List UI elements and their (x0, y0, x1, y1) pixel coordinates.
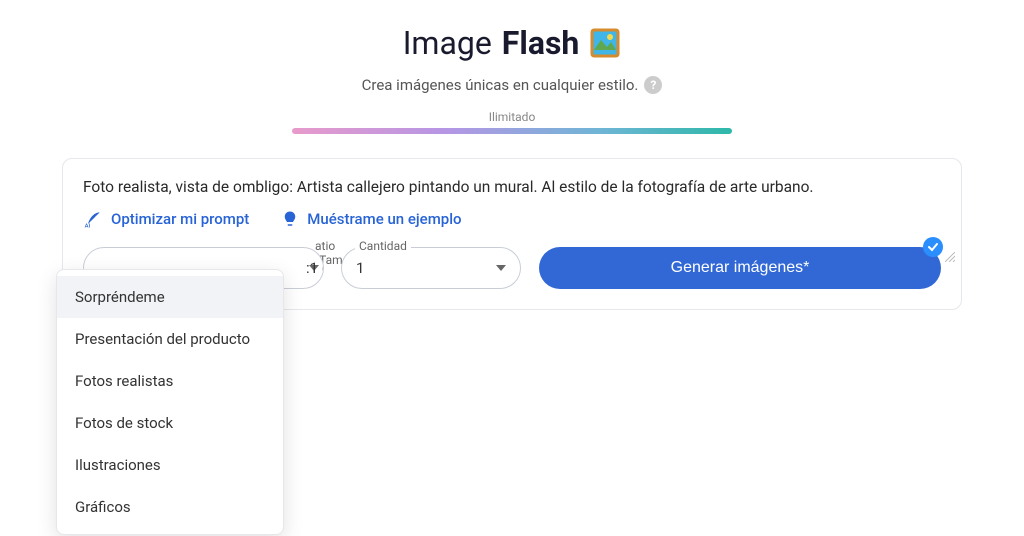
show-example-button[interactable]: Muéstrame un ejemplo (281, 210, 461, 228)
title-light: Image (403, 24, 492, 62)
title-bold: Flash (502, 24, 580, 62)
dropdown-item[interactable]: Ilustraciones (57, 444, 283, 486)
chevron-down-icon (496, 265, 506, 271)
quantity-select-value: 1 (356, 259, 364, 277)
resize-handle-icon[interactable] (945, 247, 955, 266)
generate-images-button[interactable]: Generar imágenes* (539, 247, 941, 289)
logo-picture-icon (589, 27, 621, 59)
style-dropdown-menu: Sorpréndeme Presentación del producto Fo… (56, 269, 284, 535)
quantity-select[interactable]: 1 (341, 247, 521, 289)
usage-limit-label: Ilimitado (489, 110, 536, 124)
dropdown-item[interactable]: Fotos de stock (57, 402, 283, 444)
page-title: Image Flash (403, 24, 622, 62)
usage-progress-bar (292, 128, 732, 134)
optimize-prompt-button[interactable]: AI Optimizar mi prompt (83, 209, 249, 229)
ratio-select-value: :1 (1024px x 1024... (306, 259, 324, 277)
dropdown-item[interactable]: Fotos realistas (57, 360, 283, 402)
prompt-textarea[interactable]: Foto realista, vista de ombligo: Artista… (83, 177, 941, 199)
dropdown-item[interactable]: Presentación del producto (57, 318, 283, 360)
quantity-select-label: Cantidad (355, 239, 411, 253)
validation-check-icon (923, 237, 943, 257)
feather-ai-icon: AI (83, 209, 103, 229)
dropdown-item[interactable]: Gráficos (57, 486, 283, 528)
dropdown-item[interactable]: Sorpréndeme (57, 276, 283, 318)
lightbulb-icon (281, 210, 299, 228)
svg-text:AI: AI (85, 223, 91, 229)
help-icon[interactable]: ? (644, 76, 662, 94)
subtitle: Crea imágenes únicas en cualquier estilo… (362, 76, 663, 94)
generator-card: Foto realista, vista de ombligo: Artista… (62, 158, 962, 310)
show-example-label: Muéstrame un ejemplo (307, 210, 461, 228)
optimize-prompt-label: Optimizar mi prompt (111, 210, 249, 228)
subtitle-text: Crea imágenes únicas en cualquier estilo… (362, 76, 639, 94)
